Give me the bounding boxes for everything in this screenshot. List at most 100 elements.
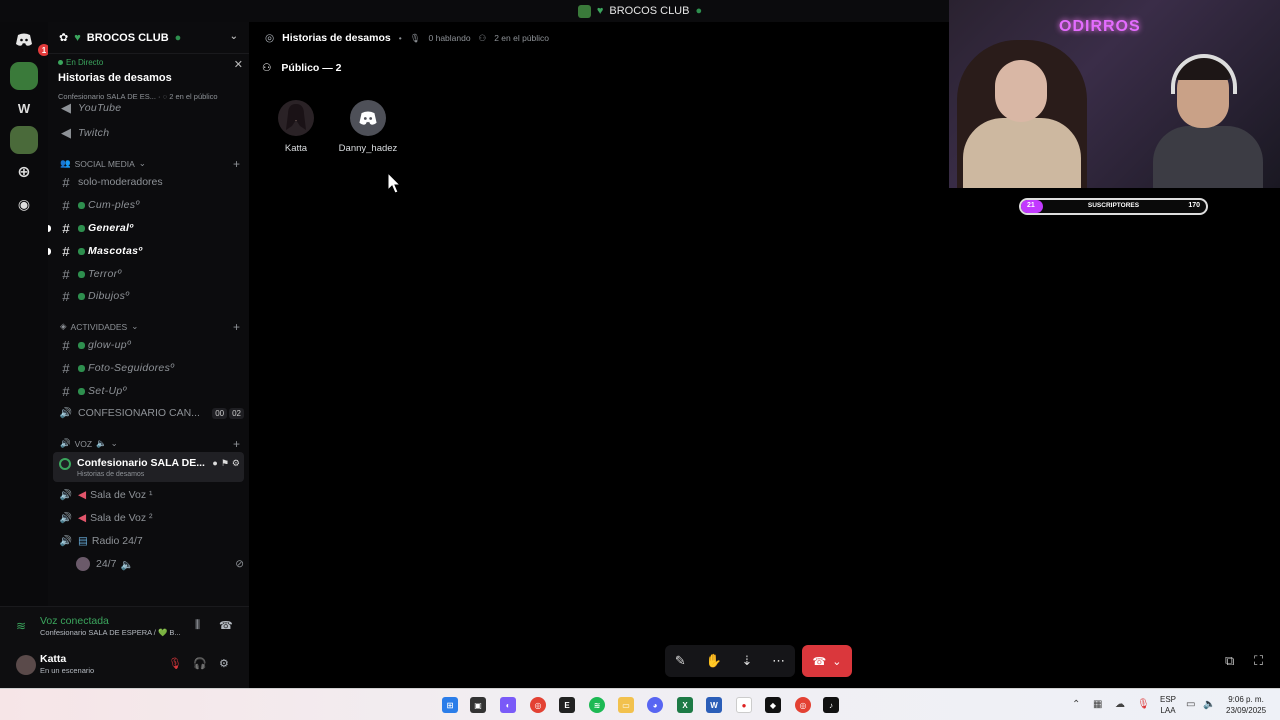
server-rail: 1 W ⊕ ◉	[0, 22, 50, 688]
channel-mascotas[interactable]: # Mascotasº	[48, 241, 244, 261]
gear-icon[interactable]: ⚙	[219, 657, 229, 670]
voice-user-24-7[interactable]: 24/7 🔈 ⊘	[76, 554, 244, 574]
speaker-icon: 🔊	[59, 489, 73, 501]
leave-stage-button[interactable]: ☎ ⌄	[802, 645, 852, 677]
channel-general[interactable]: # Generalº	[48, 218, 244, 238]
move-to-audience-icon[interactable]: ⇣	[741, 653, 752, 669]
neon-sign: ODIRROS	[1059, 18, 1141, 35]
soundboard-icon[interactable]: ⫼	[195, 619, 200, 632]
popout-icon[interactable]: ⧉	[1225, 653, 1234, 669]
server-icon-brocos[interactable]	[10, 62, 38, 90]
add-channel-icon[interactable]: +	[233, 157, 240, 171]
mic-off-icon[interactable]: ✎	[675, 653, 686, 669]
fullscreen-icon[interactable]: ⛶	[1254, 653, 1263, 669]
speaker-icon: 🔊	[59, 407, 73, 419]
channel-radio-24-7[interactable]: 🔊 ▤ Radio 24/7	[54, 531, 244, 551]
user-name[interactable]: Katta	[40, 653, 66, 665]
channel-cum-ples[interactable]: # Cum-plesº	[54, 195, 244, 215]
discord-icon[interactable]: ◕	[647, 697, 663, 713]
channel-youtube[interactable]: ◀ YouTube	[54, 102, 244, 114]
category-voz[interactable]: 🔊 VOZ 🔈 ⌄ +	[60, 437, 240, 451]
user-avatar[interactable]	[16, 655, 36, 675]
chat-icon[interactable]: ●	[212, 458, 217, 469]
server-icon-w[interactable]: W	[10, 94, 38, 122]
speaker-icon: 🔊	[59, 512, 73, 524]
leaf-icon	[78, 201, 85, 209]
megaphone-icon: ◀	[61, 102, 71, 114]
system-clock[interactable]: 9:06 p. m. 23/09/2025	[1226, 694, 1266, 716]
voice-connected-channel[interactable]: Confesionario SALA DE ESPERA / 💚 B...	[40, 628, 181, 637]
server-icon-frog[interactable]	[10, 126, 38, 154]
category-social-media[interactable]: 👥 SOCIAL MEDIA ⌄ +	[60, 157, 240, 171]
invite-icon[interactable]: ⚑	[221, 458, 229, 469]
excel-icon[interactable]: X	[677, 697, 693, 713]
avatar	[278, 100, 314, 136]
onedrive-icon[interactable]: ☁	[1115, 699, 1125, 710]
audience-icon: ⚇	[478, 32, 487, 43]
leaf-icon	[78, 364, 85, 372]
mic-muted-icon[interactable]: 🎙	[168, 657, 182, 670]
subscriber-goal-bar: 21 SUSCRIPTORES 170	[1019, 198, 1208, 215]
channel-set-up[interactable]: # Set-Upº	[54, 381, 244, 401]
hash-icon: #	[62, 220, 70, 236]
leaf-icon	[78, 224, 85, 232]
language-indicator[interactable]: ESP LAA	[1160, 694, 1176, 716]
speaker-icon: 🔈	[120, 558, 134, 571]
channel-sala-de-voz-1[interactable]: 🔊 ◀ Sala de Voz ¹	[54, 485, 244, 505]
audience-member[interactable]: Katta	[266, 100, 326, 154]
more-icon[interactable]: ⋯	[772, 653, 785, 669]
server-header[interactable]: ✿ ♥ BROCOS CLUB ● ⌄	[48, 22, 249, 54]
voice-connected-label[interactable]: Voz conectada	[40, 615, 109, 627]
user-status: En un escenario	[40, 666, 95, 675]
chrome-icon[interactable]: ◎	[530, 697, 546, 713]
channel-sala-de-voz-2[interactable]: 🔊 ◀ Sala de Voz ²	[54, 508, 244, 528]
active-stage-channel[interactable]: Confesionario SALA DE... Historias de de…	[53, 452, 244, 482]
epic-games-icon[interactable]: E	[559, 697, 575, 713]
hangup-icon: ☎	[812, 655, 827, 668]
server-thumbnail	[577, 4, 591, 18]
volume-icon[interactable]: 🔈	[1203, 699, 1215, 710]
server-name: BROCOS CLUB	[86, 31, 169, 44]
tray-app-icon[interactable]: ▦	[1093, 699, 1102, 710]
live-stage-card[interactable]: En Directo Historias de desamos Confesio…	[58, 58, 243, 101]
task-view-icon[interactable]: ▣	[470, 697, 486, 713]
signal-icon: ≋	[16, 619, 27, 633]
tray-chevron-icon[interactable]: ⌃	[1072, 699, 1080, 710]
gear-icon[interactable]: ⚙	[232, 458, 240, 469]
leaf-icon	[78, 247, 85, 255]
channel-terror[interactable]: # Terrorº	[54, 264, 244, 284]
chevron-down-icon[interactable]: ⌄	[230, 31, 238, 42]
word-icon[interactable]: W	[706, 697, 722, 713]
mic-in-use-icon[interactable]: 🎙	[1137, 699, 1150, 710]
spotify-icon[interactable]: ≋	[589, 697, 605, 713]
audience-member[interactable]: Danny_hadez	[338, 100, 398, 154]
audience-count: 2 en el público	[494, 33, 550, 43]
channel-glow-up[interactable]: # glow-upº	[54, 335, 244, 355]
headphones-icon[interactable]: 🎧	[193, 657, 207, 670]
channel-twitch[interactable]: ◀ Twitch	[54, 123, 244, 143]
disconnect-icon[interactable]: ☎	[219, 619, 233, 632]
channel-dibujos[interactable]: # Dibujosº	[54, 286, 244, 306]
discord-home-icon[interactable]: 1	[10, 26, 50, 56]
file-explorer-icon[interactable]: ▭	[618, 697, 634, 713]
chevron-down-icon: ⌄	[832, 655, 842, 668]
copilot-icon[interactable]: ◐	[500, 697, 516, 713]
chrome-profile-icon[interactable]: ◎	[795, 697, 811, 713]
mic-icon: 🎙	[409, 32, 421, 43]
add-channel-icon[interactable]: +	[233, 320, 240, 334]
network-icon[interactable]: ▭	[1186, 699, 1195, 710]
channel-foto-seguidores[interactable]: # Foto-Seguidoresº	[54, 358, 244, 378]
raise-hand-icon[interactable]: ✋	[706, 653, 722, 669]
close-icon[interactable]: ✕	[234, 58, 243, 71]
tiktok-icon[interactable]: ♪	[823, 697, 839, 713]
notes-icon[interactable]: ●	[736, 697, 752, 713]
add-server-icon[interactable]: ⊕	[10, 158, 38, 186]
add-channel-icon[interactable]: +	[233, 437, 240, 451]
discover-icon[interactable]: ◉	[10, 190, 38, 218]
channel-solo-moderadores[interactable]: # solo-moderadores	[54, 172, 244, 192]
capcut-icon[interactable]: ◆	[765, 697, 781, 713]
channel-confesionario-can[interactable]: 🔊 CONFESIONARIO CAN... 00 02	[54, 403, 244, 423]
category-actividades[interactable]: ◈ ACTIVIDADES ⌄ +	[60, 320, 240, 334]
cube-icon: ◈	[60, 321, 67, 331]
windows-start-icon[interactable]: ⊞	[442, 697, 458, 713]
